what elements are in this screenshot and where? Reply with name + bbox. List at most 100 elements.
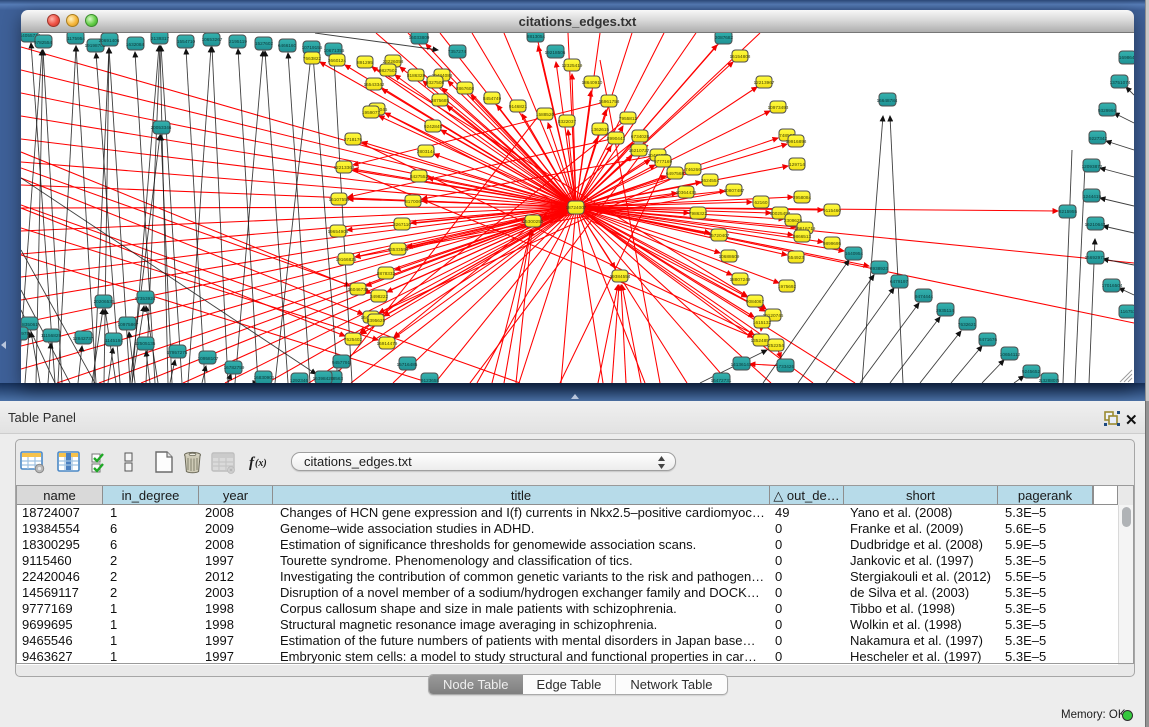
svg-text:10653267: 10653267	[202, 37, 223, 42]
svg-text:18807249: 18807249	[730, 277, 751, 282]
svg-text:16472731: 16472731	[711, 378, 732, 383]
svg-text:2139317: 2139317	[151, 36, 170, 41]
svg-text:10807487: 10807487	[724, 188, 745, 193]
svg-text:746266: 746266	[685, 167, 701, 172]
svg-text:1175954: 1175954	[67, 36, 85, 41]
svg-text:835061: 835061	[22, 322, 38, 327]
svg-text:1244419: 1244419	[1083, 194, 1102, 199]
svg-text:3624554: 3624554	[701, 178, 720, 183]
svg-text:10671355: 10671355	[324, 48, 345, 53]
svg-text:8454749: 8454749	[483, 96, 502, 101]
svg-text:1615132: 1615132	[753, 320, 772, 325]
svg-text:7986322: 7986322	[689, 211, 708, 216]
svg-text:8186328: 8186328	[407, 73, 426, 78]
svg-text:1554710: 1554710	[177, 39, 196, 44]
svg-text:8990443: 8990443	[607, 136, 626, 141]
svg-text:12842737: 12842737	[73, 336, 94, 341]
svg-text:9866513: 9866513	[793, 234, 812, 239]
svg-text:15716485: 15716485	[397, 362, 418, 367]
svg-text:1527602: 1527602	[255, 41, 274, 46]
svg-text:8878332: 8878332	[377, 271, 396, 276]
svg-text:9782554: 9782554	[34, 40, 53, 45]
svg-text:18724007: 18724007	[566, 205, 587, 210]
svg-text:2867608: 2867608	[456, 86, 475, 91]
svg-text:16543342: 16543342	[364, 82, 385, 87]
svg-text:62160: 62160	[754, 200, 767, 205]
svg-text:2803144: 2803144	[417, 149, 436, 154]
svg-text:9457791: 9457791	[332, 360, 351, 365]
svg-text:9115460: 9115460	[823, 208, 841, 213]
svg-text:1328807: 1328807	[1040, 378, 1059, 383]
svg-text:10975867: 10975867	[118, 322, 139, 327]
svg-text:16154808: 16154808	[730, 54, 751, 59]
svg-text:817006: 817006	[405, 199, 421, 204]
svg-text:129714: 129714	[789, 162, 805, 167]
svg-text:19166825: 19166825	[336, 257, 357, 262]
svg-text:17353924: 17353924	[135, 296, 156, 301]
svg-text:25300253: 25300253	[523, 219, 544, 224]
svg-text:18640910: 18640910	[582, 80, 603, 85]
svg-text:12505135: 12505135	[135, 341, 156, 346]
svg-text:7955812: 7955812	[619, 116, 638, 121]
svg-text:1959077: 1959077	[362, 110, 381, 115]
svg-text:1733426: 1733426	[776, 364, 795, 369]
svg-text:6497568: 6497568	[666, 171, 685, 176]
svg-text:16210643: 16210643	[1085, 222, 1106, 227]
svg-text:16648784: 16648784	[877, 98, 898, 103]
svg-text:6734028: 6734028	[631, 134, 650, 139]
svg-text:1588520: 1588520	[536, 112, 555, 117]
svg-text:8938923: 8938923	[870, 266, 889, 271]
svg-text:8215955: 8215955	[1059, 209, 1078, 214]
svg-text:9242845: 9242845	[424, 124, 443, 129]
svg-text:17016504: 17016504	[1102, 283, 1123, 288]
svg-text:3660124: 3660124	[328, 58, 347, 63]
svg-text:891295: 891295	[357, 60, 373, 65]
svg-text:8813054: 8813054	[527, 34, 546, 39]
svg-text:1362615: 1362615	[591, 127, 610, 132]
svg-text:1698646: 1698646	[1119, 55, 1134, 60]
svg-text:654923: 654923	[788, 255, 804, 260]
svg-text:3267110: 3267110	[393, 222, 411, 227]
svg-text:16830901: 16830901	[254, 375, 275, 380]
svg-text:19654908: 19654908	[328, 229, 349, 234]
svg-text:10654112: 10654112	[1000, 352, 1021, 357]
svg-text:8395625: 8395625	[367, 318, 386, 323]
svg-text:1975692: 1975692	[778, 284, 797, 289]
svg-text:9146821: 9146821	[509, 104, 528, 109]
svg-text:13751074: 13751074	[1110, 80, 1131, 85]
svg-text:1292346: 1292346	[290, 378, 309, 383]
svg-text:7357274: 7357274	[448, 49, 467, 54]
svg-text:10973493: 10973493	[768, 105, 789, 110]
svg-text:7663822: 7663822	[303, 56, 322, 61]
svg-text:9827502: 9827502	[379, 68, 398, 73]
svg-text:15720407: 15720407	[709, 233, 730, 238]
svg-text:12213967: 12213967	[754, 80, 775, 85]
svg-text:19218506: 19218506	[545, 50, 566, 55]
svg-text:14136141: 14136141	[731, 362, 752, 367]
svg-text:13533594: 13533594	[388, 247, 409, 252]
svg-text:9899695: 9899695	[823, 241, 842, 246]
svg-text:252254: 252254	[768, 343, 784, 348]
svg-text:8471676: 8471676	[979, 337, 998, 342]
svg-text:12325419: 12325419	[562, 63, 583, 68]
svg-text:9123658: 9123658	[421, 378, 440, 383]
svg-text:16961758: 16961758	[599, 99, 620, 104]
svg-text:16033809: 16033809	[409, 35, 430, 40]
svg-text:6479197: 6479197	[890, 279, 909, 284]
svg-text:7625402: 7625402	[344, 337, 363, 342]
svg-text:11156829: 11156829	[41, 333, 62, 338]
svg-text:1632084: 1632084	[126, 42, 145, 47]
svg-text:2935114: 2935114	[936, 308, 954, 313]
svg-text:8427552: 8427552	[410, 174, 429, 179]
svg-text:16046738: 16046738	[348, 287, 369, 292]
svg-text:3498222: 3498222	[370, 294, 389, 299]
svg-text:9084067: 9084067	[746, 299, 765, 304]
svg-text:(x): (x)	[255, 458, 267, 469]
svg-text:9245652: 9245652	[1022, 369, 1041, 374]
svg-text:8322037: 8322037	[558, 119, 577, 124]
svg-text:2087682: 2087682	[715, 35, 734, 40]
svg-text:23226058: 23226058	[383, 59, 404, 64]
svg-text:6466160: 6466160	[278, 43, 297, 48]
svg-text:16914479: 16914479	[377, 341, 398, 346]
svg-text:7632621: 7632621	[958, 322, 977, 327]
